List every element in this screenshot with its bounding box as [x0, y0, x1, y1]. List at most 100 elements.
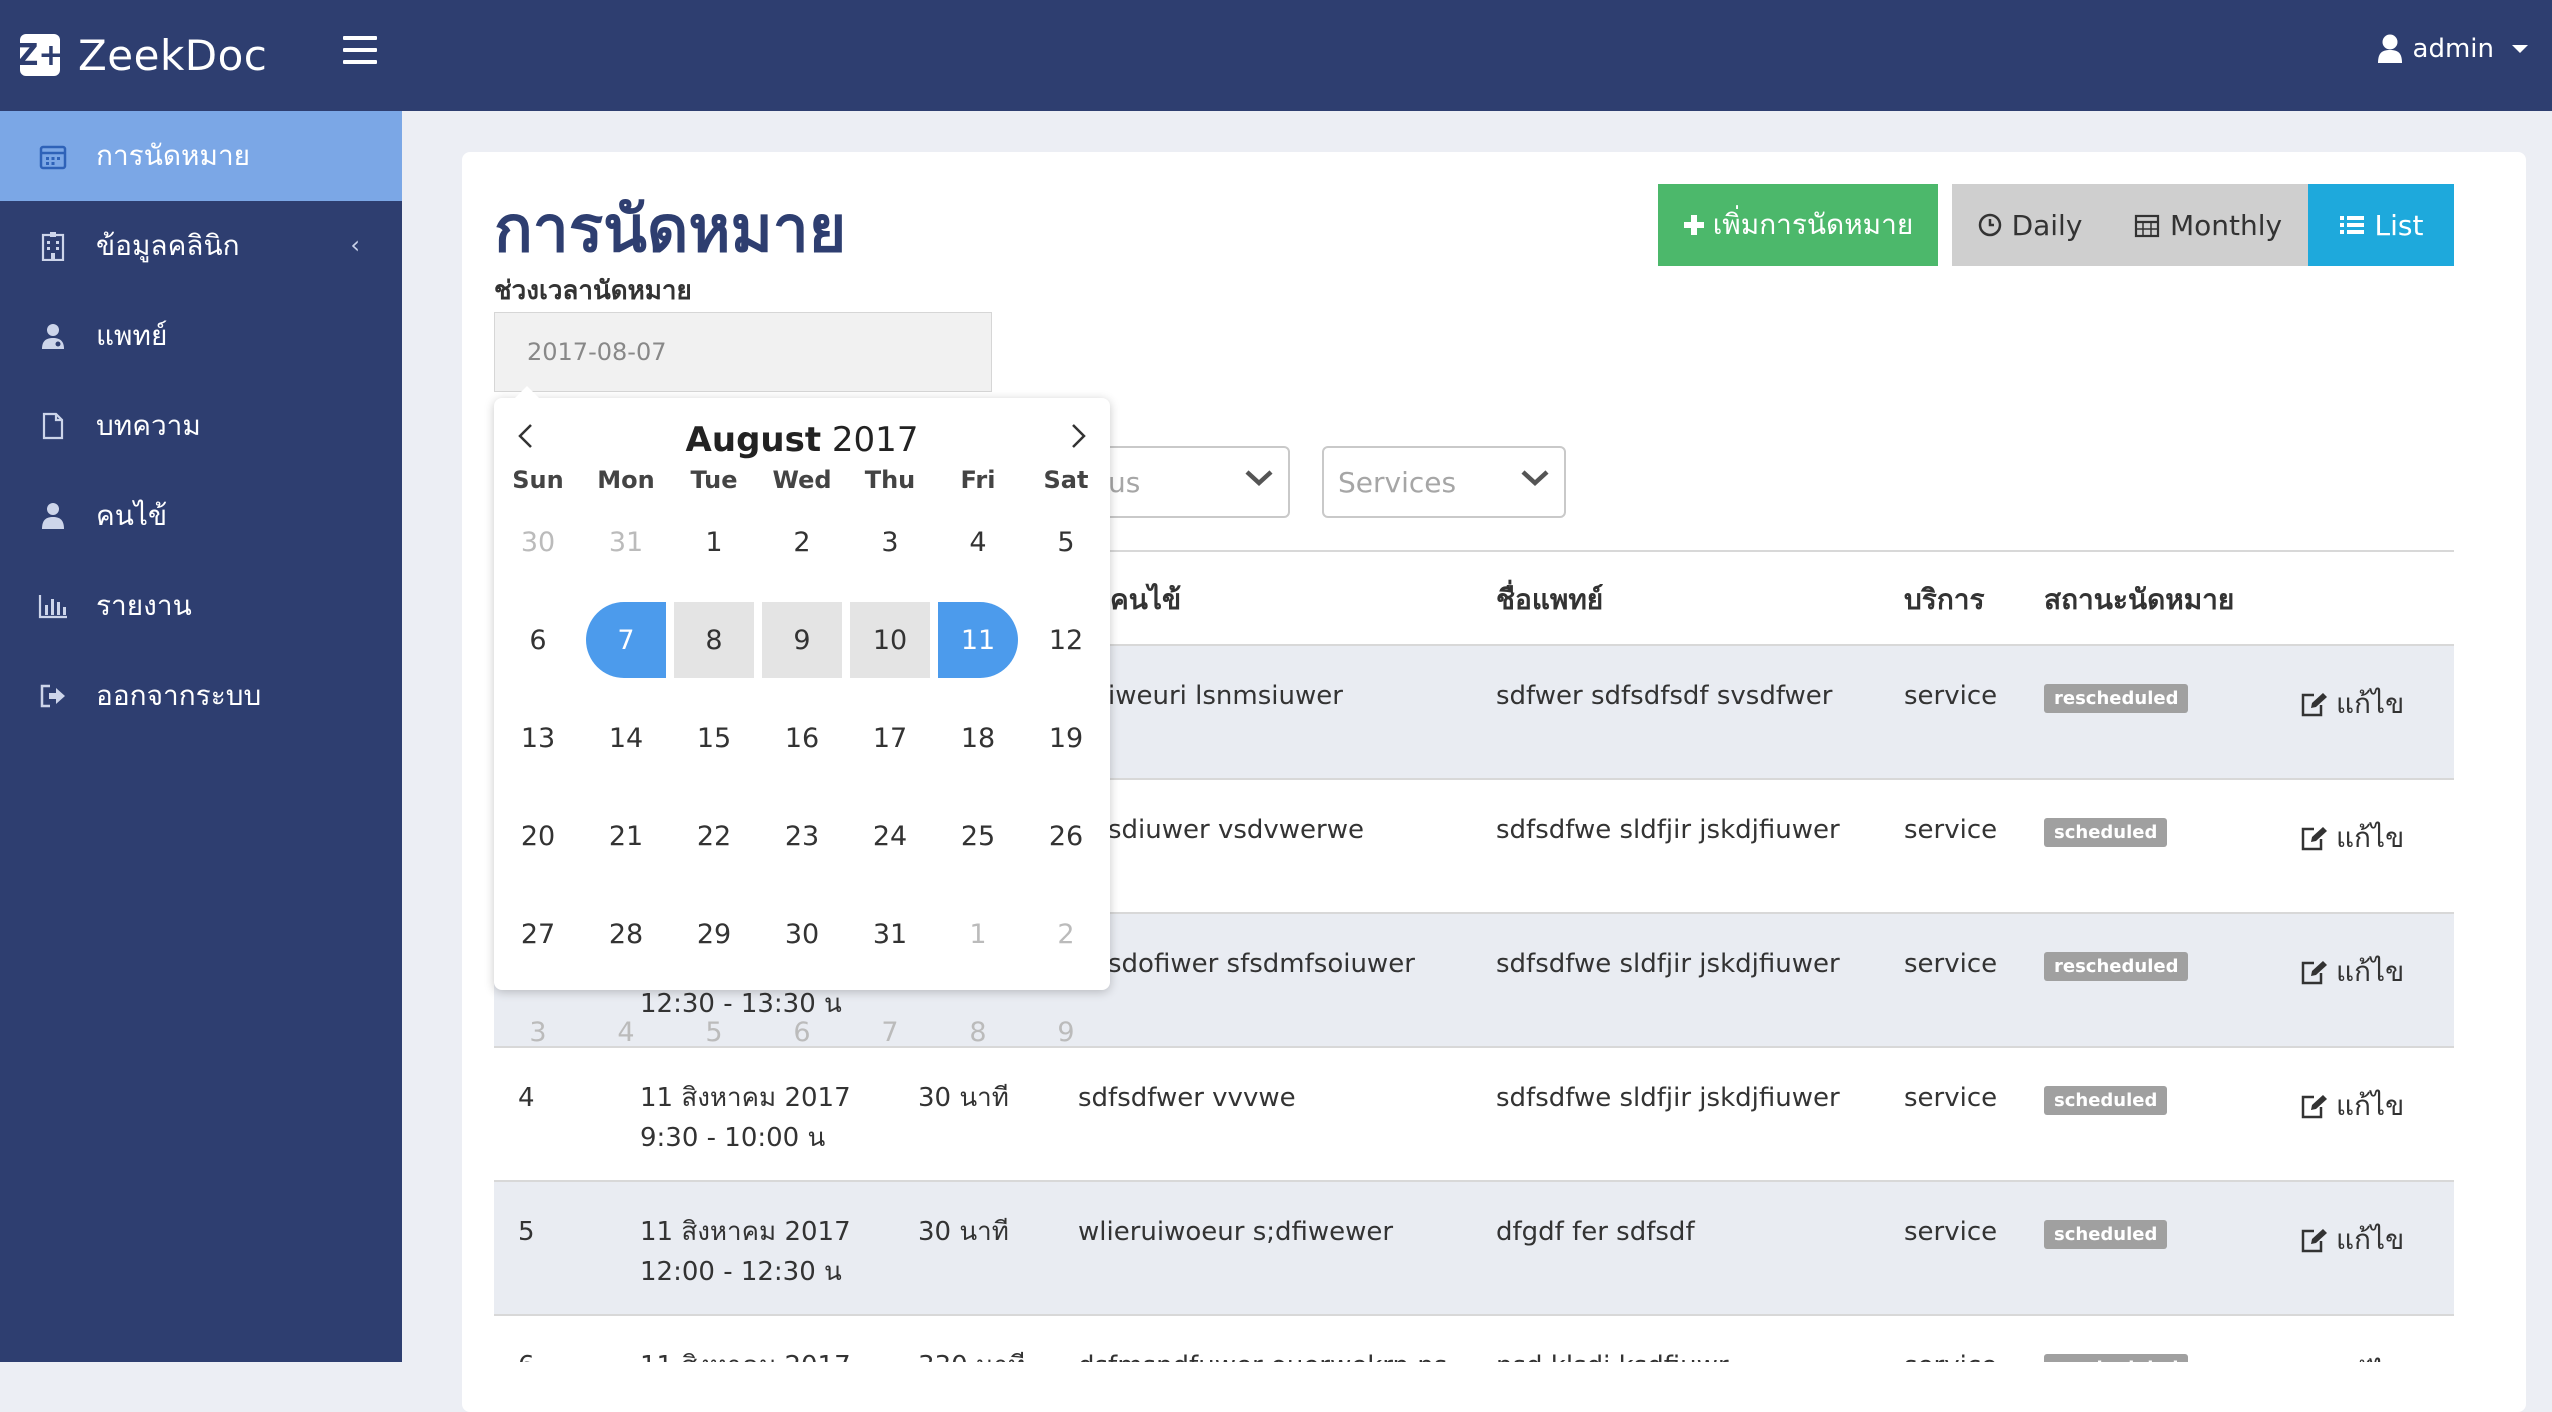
calendar-day[interactable]: 20 — [498, 798, 578, 874]
calendar-day[interactable]: 6 — [762, 994, 842, 1070]
calendar-day[interactable]: 26 — [1026, 798, 1106, 874]
calendar-day[interactable]: 28 — [586, 896, 666, 972]
row-number: 5 — [518, 1217, 535, 1247]
calendar-day[interactable]: 19 — [1026, 700, 1106, 776]
calendar-day[interactable]: 9 — [1026, 994, 1106, 1070]
calendar-day[interactable]: 27 — [498, 896, 578, 972]
edit-icon — [2301, 827, 2327, 851]
sidebar-item-patients[interactable]: คนไข้ — [0, 471, 402, 561]
list-icon — [2339, 216, 2364, 234]
calendar-day[interactable]: 8 — [938, 994, 1018, 1070]
doctor-name: dfgdf fer sdfsdf — [1496, 1217, 1695, 1247]
calendar-day[interactable]: 16 — [762, 700, 842, 776]
appointment-time: 12:00 - 12:30 น — [640, 1257, 842, 1287]
edit-label: แก้ไข — [2336, 955, 2405, 988]
weekday-header: Tue — [690, 466, 738, 494]
hamburger-icon-line — [343, 48, 377, 52]
next-month-button[interactable] — [1058, 416, 1098, 456]
chevron-left-icon: ‹ — [350, 231, 360, 259]
doctor-icon — [38, 321, 68, 351]
hamburger-icon — [343, 36, 377, 40]
logo-mark: Z+ — [17, 34, 63, 76]
user-menu[interactable]: admin — [2377, 34, 2528, 64]
calendar-day[interactable]: 3 — [850, 504, 930, 580]
calendar-day[interactable]: 7 — [586, 602, 666, 678]
sidebar-item-label: การนัดหมาย — [96, 139, 251, 172]
services-filter-placeholder: Services — [1338, 465, 1457, 499]
patient-name: dsfmsndfuwer ouerwekrn ns — [1078, 1346, 1447, 1362]
list-view-button[interactable]: List — [2308, 184, 2454, 266]
calendar-day[interactable]: 5 — [674, 994, 754, 1070]
date-range-input[interactable] — [494, 312, 992, 392]
edit-label: แก้ไข — [2336, 1089, 2405, 1122]
calendar-year[interactable]: 2017 — [832, 420, 919, 460]
calendar-day[interactable]: 31 — [586, 504, 666, 580]
date-range-label: ช่วงเวลานัดหมาย — [494, 276, 692, 306]
app-logo[interactable]: Z+ ZeekDoc — [17, 30, 267, 80]
sidebar-item-articles[interactable]: บทความ — [0, 381, 402, 471]
calendar-day[interactable]: 13 — [498, 700, 578, 776]
date-range-picker: August 2017 Sun Mon Tue Wed Thu Fri Sat 30 31 1 2 3… — [494, 386, 1110, 1048]
calendar-day[interactable]: 7 — [850, 994, 930, 1070]
service-name: service — [1904, 815, 1998, 845]
status-badge: scheduled — [2044, 1220, 2168, 1249]
calendar-day[interactable]: 18 — [938, 700, 1018, 776]
calendar-day[interactable]: 14 — [586, 700, 666, 776]
edit-button[interactable]: แก้ไข — [2300, 950, 2404, 994]
appointment-date: 11 สิงหาคม 2017 — [640, 1217, 851, 1247]
calendar-day[interactable]: 4 — [586, 994, 666, 1070]
calendar-day[interactable]: 11 — [938, 602, 1018, 678]
edit-button[interactable]: แก้ไข — [2300, 1084, 2404, 1128]
add-appointment-button[interactable]: เพิ่มการนัดหมาย — [1658, 184, 1938, 266]
calendar-day[interactable]: 29 — [674, 896, 754, 972]
sidebar-item-clinic-info[interactable]: ข้อมูลคลินิก ‹ — [0, 201, 402, 291]
calendar-day[interactable]: 25 — [938, 798, 1018, 874]
calendar-day[interactable]: 15 — [674, 700, 754, 776]
calendar-day[interactable]: 23 — [762, 798, 842, 874]
edit-label: แก้ไข — [2336, 687, 2405, 720]
calendar-day[interactable]: 4 — [938, 504, 1018, 580]
calendar-day[interactable]: 30 — [762, 896, 842, 972]
calendar-day[interactable]: 6 — [498, 602, 578, 678]
appointment-date: 11 สิงหาคม 2017 — [640, 1346, 851, 1362]
sidebar-item-doctors[interactable]: แพทย์ — [0, 291, 402, 381]
monthly-view-button[interactable]: Monthly — [2108, 184, 2308, 266]
column-header-doctor: ชื่อแพทย์ — [1496, 583, 1604, 616]
service-name: service — [1904, 1083, 1998, 1113]
menu-toggle-button[interactable] — [343, 36, 377, 66]
edit-button[interactable]: แก้ไข — [2300, 1218, 2404, 1262]
calendar-day[interactable]: 8 — [674, 602, 754, 678]
calendar-day[interactable]: 2 — [1026, 896, 1106, 972]
chevron-down-icon — [1245, 470, 1273, 487]
daily-view-button[interactable]: Daily — [1952, 184, 2108, 266]
patient-name: iweuri lsnmsiuwer — [1108, 681, 1343, 711]
calendar-day[interactable]: 1 — [938, 896, 1018, 972]
calendar-day[interactable]: 9 — [762, 602, 842, 678]
calendar-month[interactable]: August — [686, 420, 822, 460]
calendar-day[interactable]: 31 — [850, 896, 930, 972]
services-filter-select[interactable]: Services — [1322, 446, 1566, 518]
calendar-day[interactable]: 5 — [1026, 504, 1106, 580]
calendar-day[interactable]: 10 — [850, 602, 930, 678]
edit-button[interactable]: แก้ไข — [2300, 682, 2404, 726]
edit-button[interactable]: แก้ไข — [2300, 1352, 2404, 1362]
sidebar-item-appointments[interactable]: การนัดหมาย — [0, 111, 402, 201]
user-name: admin — [2412, 34, 2494, 64]
calendar-day[interactable]: 17 — [850, 700, 930, 776]
calendar-day[interactable]: 21 — [586, 798, 666, 874]
calendar-day[interactable]: 2 — [762, 504, 842, 580]
calendar-day[interactable]: 3 — [498, 994, 578, 1070]
calendar-day[interactable]: 24 — [850, 798, 930, 874]
edit-button[interactable]: แก้ไข — [2300, 816, 2404, 860]
calendar-day[interactable]: 12 — [1026, 602, 1106, 678]
service-name: service — [1904, 681, 1998, 711]
sidebar-item-reports[interactable]: รายงาน — [0, 561, 402, 651]
calendar-day[interactable]: 22 — [674, 798, 754, 874]
sidebar-item-logout[interactable]: ออกจากระบบ — [0, 651, 402, 741]
plus-icon — [1683, 215, 1704, 235]
column-header-status: สถานะนัดหมาย — [2044, 583, 2235, 616]
doctor-name: sdfwer sdfsdfsdf svsdfwer — [1496, 681, 1833, 711]
calendar-day[interactable]: 30 — [498, 504, 578, 580]
weekday-header: Thu — [864, 466, 916, 494]
calendar-day[interactable]: 1 — [674, 504, 754, 580]
